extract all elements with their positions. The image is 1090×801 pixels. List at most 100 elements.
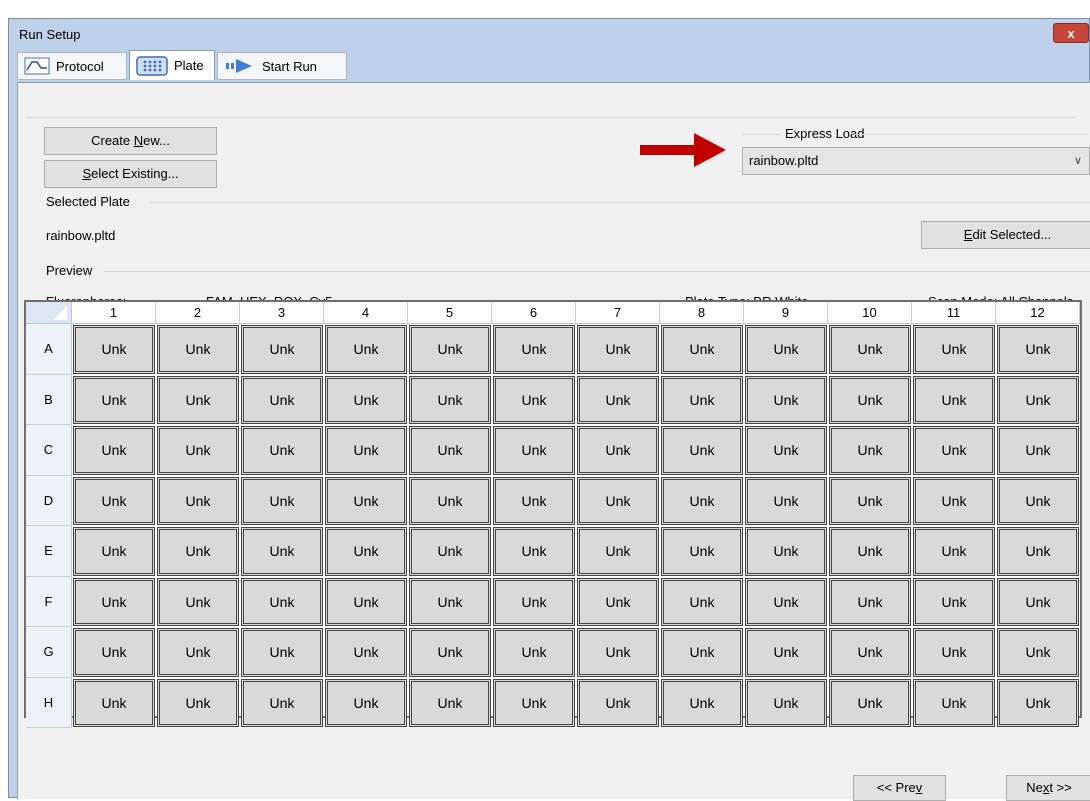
well-D7[interactable]: Unk: [577, 476, 659, 525]
well-C10[interactable]: Unk: [829, 426, 911, 475]
well-B1[interactable]: Unk: [73, 375, 155, 424]
well-F9[interactable]: Unk: [745, 577, 827, 626]
well-C12[interactable]: Unk: [997, 426, 1079, 475]
well-E7[interactable]: Unk: [577, 527, 659, 576]
well-C11[interactable]: Unk: [913, 426, 995, 475]
well-F6[interactable]: Unk: [493, 577, 575, 626]
column-header-6[interactable]: 6: [492, 302, 576, 324]
column-header-2[interactable]: 2: [156, 302, 240, 324]
well-B4[interactable]: Unk: [325, 375, 407, 424]
well-A4[interactable]: Unk: [325, 325, 407, 374]
row-header-C[interactable]: C: [26, 425, 72, 476]
well-F2[interactable]: Unk: [157, 577, 239, 626]
well-G10[interactable]: Unk: [829, 628, 911, 677]
well-E4[interactable]: Unk: [325, 527, 407, 576]
well-C2[interactable]: Unk: [157, 426, 239, 475]
well-E3[interactable]: Unk: [241, 527, 323, 576]
well-D12[interactable]: Unk: [997, 476, 1079, 525]
column-header-4[interactable]: 4: [324, 302, 408, 324]
row-header-H[interactable]: H: [26, 677, 72, 728]
well-D10[interactable]: Unk: [829, 476, 911, 525]
well-A10[interactable]: Unk: [829, 325, 911, 374]
well-C3[interactable]: Unk: [241, 426, 323, 475]
well-C9[interactable]: Unk: [745, 426, 827, 475]
well-F3[interactable]: Unk: [241, 577, 323, 626]
well-D9[interactable]: Unk: [745, 476, 827, 525]
row-header-G[interactable]: G: [26, 627, 72, 678]
well-G3[interactable]: Unk: [241, 628, 323, 677]
well-H8[interactable]: Unk: [661, 678, 743, 727]
well-A2[interactable]: Unk: [157, 325, 239, 374]
well-E12[interactable]: Unk: [997, 527, 1079, 576]
column-header-9[interactable]: 9: [744, 302, 828, 324]
column-header-11[interactable]: 11: [912, 302, 996, 324]
well-H7[interactable]: Unk: [577, 678, 659, 727]
row-header-D[interactable]: D: [26, 475, 72, 526]
well-A6[interactable]: Unk: [493, 325, 575, 374]
well-H3[interactable]: Unk: [241, 678, 323, 727]
well-C1[interactable]: Unk: [73, 426, 155, 475]
well-G4[interactable]: Unk: [325, 628, 407, 677]
well-H10[interactable]: Unk: [829, 678, 911, 727]
column-header-10[interactable]: 10: [828, 302, 912, 324]
well-G5[interactable]: Unk: [409, 628, 491, 677]
tab-start-run[interactable]: Start Run: [217, 52, 347, 80]
close-button[interactable]: x: [1053, 23, 1089, 43]
well-H6[interactable]: Unk: [493, 678, 575, 727]
well-B12[interactable]: Unk: [997, 375, 1079, 424]
well-D1[interactable]: Unk: [73, 476, 155, 525]
well-H12[interactable]: Unk: [997, 678, 1079, 727]
well-H2[interactable]: Unk: [157, 678, 239, 727]
prev-button[interactable]: << Prev: [853, 775, 946, 801]
well-A11[interactable]: Unk: [913, 325, 995, 374]
well-H4[interactable]: Unk: [325, 678, 407, 727]
well-A5[interactable]: Unk: [409, 325, 491, 374]
well-E10[interactable]: Unk: [829, 527, 911, 576]
well-H11[interactable]: Unk: [913, 678, 995, 727]
well-G12[interactable]: Unk: [997, 628, 1079, 677]
well-D5[interactable]: Unk: [409, 476, 491, 525]
well-F10[interactable]: Unk: [829, 577, 911, 626]
well-F7[interactable]: Unk: [577, 577, 659, 626]
well-C5[interactable]: Unk: [409, 426, 491, 475]
well-E9[interactable]: Unk: [745, 527, 827, 576]
well-F5[interactable]: Unk: [409, 577, 491, 626]
well-G11[interactable]: Unk: [913, 628, 995, 677]
well-F1[interactable]: Unk: [73, 577, 155, 626]
well-E2[interactable]: Unk: [157, 527, 239, 576]
row-header-B[interactable]: B: [26, 374, 72, 425]
well-E1[interactable]: Unk: [73, 527, 155, 576]
well-C4[interactable]: Unk: [325, 426, 407, 475]
well-F11[interactable]: Unk: [913, 577, 995, 626]
well-D2[interactable]: Unk: [157, 476, 239, 525]
well-B11[interactable]: Unk: [913, 375, 995, 424]
well-D3[interactable]: Unk: [241, 476, 323, 525]
well-G2[interactable]: Unk: [157, 628, 239, 677]
well-G1[interactable]: Unk: [73, 628, 155, 677]
column-header-12[interactable]: 12: [996, 302, 1080, 324]
row-header-E[interactable]: E: [26, 526, 72, 577]
create-new-button[interactable]: Create New...: [44, 127, 217, 155]
well-E5[interactable]: Unk: [409, 527, 491, 576]
well-B10[interactable]: Unk: [829, 375, 911, 424]
well-B5[interactable]: Unk: [409, 375, 491, 424]
well-B8[interactable]: Unk: [661, 375, 743, 424]
column-header-3[interactable]: 3: [240, 302, 324, 324]
column-header-8[interactable]: 8: [660, 302, 744, 324]
select-existing-button[interactable]: Select Existing...: [44, 160, 217, 188]
well-H9[interactable]: Unk: [745, 678, 827, 727]
well-G7[interactable]: Unk: [577, 628, 659, 677]
well-A3[interactable]: Unk: [241, 325, 323, 374]
well-G8[interactable]: Unk: [661, 628, 743, 677]
well-C6[interactable]: Unk: [493, 426, 575, 475]
well-B2[interactable]: Unk: [157, 375, 239, 424]
title-bar[interactable]: Run Setup x: [9, 19, 1089, 49]
select-all-corner[interactable]: [26, 302, 72, 324]
well-H1[interactable]: Unk: [73, 678, 155, 727]
well-E11[interactable]: Unk: [913, 527, 995, 576]
row-header-F[interactable]: F: [26, 576, 72, 627]
column-header-1[interactable]: 1: [72, 302, 156, 324]
well-D4[interactable]: Unk: [325, 476, 407, 525]
well-A9[interactable]: Unk: [745, 325, 827, 374]
well-B7[interactable]: Unk: [577, 375, 659, 424]
